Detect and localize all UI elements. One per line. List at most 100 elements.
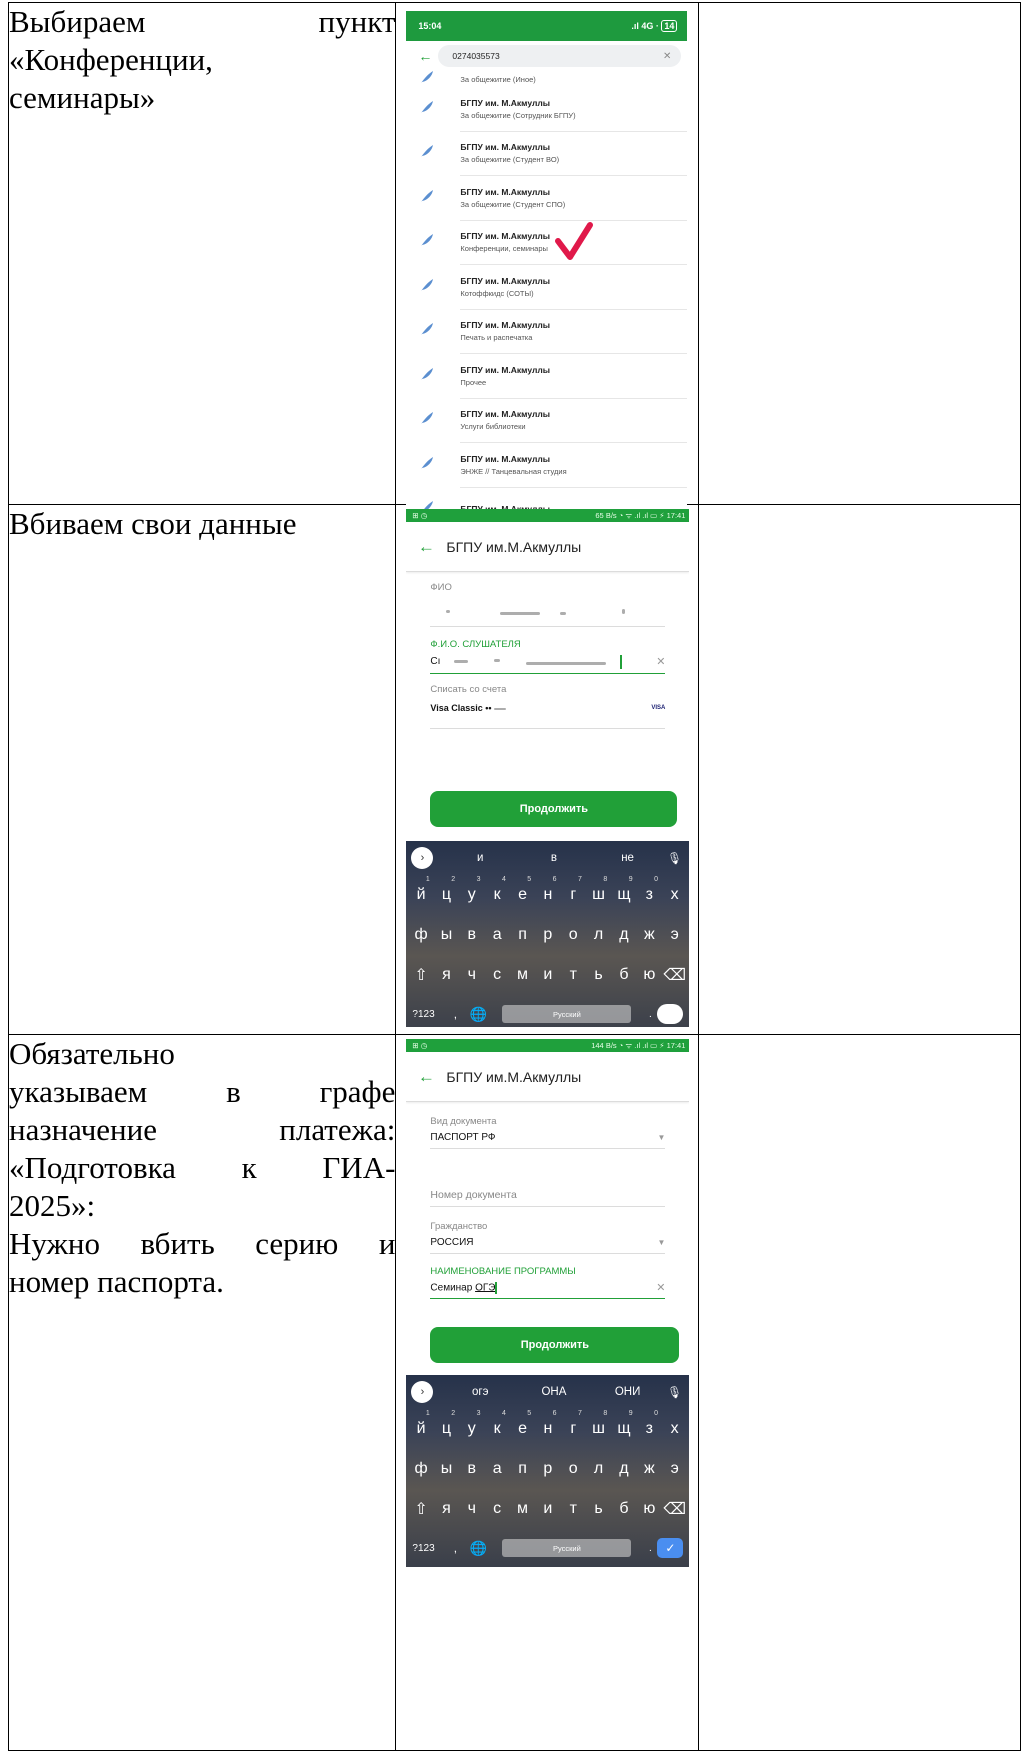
chevron-right-icon[interactable]: › — [411, 1381, 434, 1403]
list-item[interactable]: БГПУ им. М.Акмуллы Конференции, семинары — [406, 221, 688, 265]
keyboard-key[interactable]: е5 — [510, 1410, 535, 1438]
keyboard-key[interactable]: щ9 — [611, 876, 636, 904]
keyboard-key[interactable]: ь — [586, 1500, 611, 1518]
keyboard-key[interactable]: ф — [408, 926, 433, 944]
keyboard-key[interactable]: э — [662, 926, 687, 944]
citizenship-select[interactable]: РОССИЯ ▼ — [430, 1232, 666, 1254]
search-input[interactable]: 0274035573 ✕ — [438, 45, 682, 67]
keyboard-key[interactable]: в — [459, 1460, 484, 1478]
keyboard-key[interactable]: л — [586, 926, 611, 944]
space-key[interactable]: Русский — [502, 1005, 632, 1023]
suggestion[interactable]: не — [591, 852, 665, 864]
keyboard-key[interactable]: к4 — [484, 1410, 509, 1438]
keyboard-key[interactable]: с — [484, 1500, 509, 1518]
keyboard-key[interactable]: ш8 — [586, 876, 611, 904]
back-arrow-icon[interactable]: ← — [406, 1067, 446, 1087]
keyboard-key[interactable]: г7 — [561, 876, 586, 904]
keyboard-key[interactable]: щ9 — [611, 1410, 636, 1438]
keyboard-key[interactable]: я — [434, 966, 459, 984]
keyboard-key[interactable]: а — [484, 1460, 509, 1478]
keyboard-key[interactable]: ь — [586, 966, 611, 984]
suggestion[interactable]: и — [443, 852, 517, 864]
keyboard-key[interactable]: т — [561, 1500, 586, 1518]
back-arrow-icon[interactable]: ← — [406, 537, 446, 557]
keyboard-key[interactable]: з0 — [637, 876, 662, 904]
keyboard-key[interactable]: л — [586, 1460, 611, 1478]
keyboard-key[interactable]: н6 — [535, 1410, 560, 1438]
shift-icon[interactable]: ⇧ — [408, 965, 433, 985]
keyboard-key[interactable]: й1 — [408, 1410, 433, 1438]
microphone-icon[interactable]: 🎙 — [664, 1385, 684, 1399]
keyboard-key[interactable]: ж — [637, 926, 662, 944]
globe-icon[interactable]: 🌐 — [464, 1540, 492, 1557]
keyboard-key[interactable]: ч — [459, 1500, 484, 1518]
keyboard-key[interactable]: э — [662, 1460, 687, 1478]
keyboard-key[interactable]: з0 — [637, 1410, 662, 1438]
listener-field[interactable]: Сı ✕ — [430, 650, 666, 674]
keyboard-key[interactable]: и — [535, 966, 560, 984]
list-item[interactable]: БГПУ им. М.Акмуллы Прочее — [406, 354, 688, 399]
globe-icon[interactable]: 🌐 — [464, 1006, 492, 1023]
keyboard-key[interactable]: ю — [637, 966, 662, 984]
keyboard-key[interactable]: ж — [637, 1460, 662, 1478]
keyboard-key[interactable]: д — [611, 926, 636, 944]
keyboard-key[interactable]: б — [611, 966, 636, 984]
fio-field[interactable] — [430, 593, 666, 627]
enter-key[interactable] — [657, 1004, 684, 1024]
shift-icon[interactable]: ⇧ — [408, 1499, 433, 1519]
keyboard-key[interactable]: ц2 — [434, 876, 459, 904]
list-item[interactable]: БГПУ им. М.Акмуллы За общежитие (Сотрудни… — [406, 87, 688, 132]
keyboard-key[interactable]: о — [561, 926, 586, 944]
keyboard-key[interactable]: м — [510, 966, 535, 984]
keyboard-key[interactable]: г7 — [561, 1410, 586, 1438]
account-selector[interactable]: Visa Classic •• VISA — [430, 695, 665, 721]
suggestion[interactable]: ОНИ — [591, 1386, 665, 1398]
list-item-partial[interactable]: За общежитие (Иное) — [406, 70, 687, 87]
keyboard-key[interactable]: ы — [434, 926, 459, 944]
suggestion[interactable]: огэ — [443, 1386, 517, 1398]
keyboard-key[interactable]: м — [510, 1500, 535, 1518]
space-key[interactable]: Русский — [502, 1539, 632, 1557]
keyboard-key[interactable]: п — [510, 1460, 535, 1478]
keyboard-key[interactable]: н6 — [535, 876, 560, 904]
clear-icon[interactable]: ✕ — [656, 1281, 665, 1294]
comma-key[interactable]: , — [446, 1541, 464, 1555]
keyboard-key[interactable]: у3 — [459, 876, 484, 904]
period-key[interactable]: . — [643, 1543, 657, 1554]
keyboard-key[interactable]: к4 — [484, 876, 509, 904]
keyboard-key[interactable]: ф — [408, 1460, 433, 1478]
microphone-icon[interactable]: 🎙 — [664, 851, 684, 865]
list-item[interactable]: БГПУ им. М.Акмуллы Котоффкидс (СОТЫ) — [406, 265, 688, 310]
keyboard-key[interactable]: с — [484, 966, 509, 984]
keyboard-key[interactable]: о — [561, 1460, 586, 1478]
list-item[interactable]: БГПУ им. М.Акмуллы За общежитие (Студент … — [406, 132, 688, 176]
keyboard-key[interactable]: и — [535, 1500, 560, 1518]
keyboard-key[interactable]: х — [662, 886, 687, 904]
doc-type-select[interactable]: ПАСПОРТ РФ ▼ — [430, 1127, 666, 1149]
keyboard-key[interactable]: т — [561, 966, 586, 984]
keyboard-key[interactable]: п — [510, 926, 535, 944]
numbers-key[interactable]: ?123 — [412, 1009, 446, 1020]
keyboard-key[interactable]: х — [662, 1420, 687, 1438]
keyboard-key[interactable]: р — [535, 1460, 560, 1478]
keyboard-key[interactable]: е5 — [510, 876, 535, 904]
backspace-icon[interactable]: ⌫ — [662, 965, 687, 985]
keyboard-key[interactable]: б — [611, 1500, 636, 1518]
comma-key[interactable]: , — [446, 1007, 464, 1021]
keyboard-key[interactable]: ч — [459, 966, 484, 984]
keyboard-key[interactable]: у3 — [459, 1410, 484, 1438]
back-arrow-icon[interactable]: ← — [412, 48, 438, 64]
clear-icon[interactable]: ✕ — [663, 51, 671, 62]
suggestion[interactable]: ОНА — [517, 1386, 591, 1398]
keyboard-key[interactable]: р — [535, 926, 560, 944]
list-item[interactable]: БГПУ им. М.Акмуллы Печать и распечатка — [406, 310, 688, 354]
enter-key[interactable]: ✓ — [657, 1538, 684, 1558]
backspace-icon[interactable]: ⌫ — [662, 1499, 687, 1519]
keyboard-key[interactable]: д — [611, 1460, 636, 1478]
list-item[interactable]: БГПУ им. М.Акмуллы За общежитие (Студент … — [406, 176, 688, 221]
program-field[interactable]: Семинар ОГЭ ✕ — [430, 1277, 666, 1299]
keyboard-key[interactable]: я — [434, 1500, 459, 1518]
list-item[interactable]: БГПУ им. М.Акмуллы Услуги библиотеки — [406, 399, 688, 443]
numbers-key[interactable]: ?123 — [412, 1543, 446, 1554]
doc-number-field[interactable]: Номер документа — [430, 1183, 666, 1207]
